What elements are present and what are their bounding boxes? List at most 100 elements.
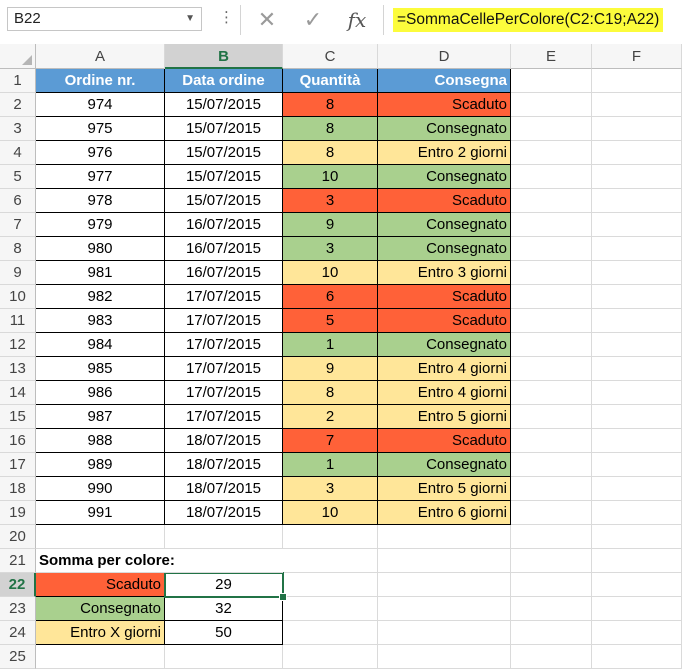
grid-cell[interactable]	[165, 645, 283, 669]
grid-cell[interactable]	[511, 141, 592, 165]
grid-cell[interactable]	[511, 285, 592, 309]
delivery-status-cell[interactable]: Scaduto	[378, 93, 511, 117]
grid-cell[interactable]	[592, 93, 682, 117]
order-number-cell[interactable]: 974	[36, 93, 165, 117]
cancel-icon[interactable]: ✕	[249, 5, 285, 35]
grid-cell[interactable]	[592, 381, 682, 405]
order-number-cell[interactable]: 988	[36, 429, 165, 453]
grid-cell[interactable]	[378, 573, 511, 597]
grid-cell[interactable]	[378, 549, 511, 573]
grid-cell[interactable]	[592, 405, 682, 429]
grid-cell[interactable]	[283, 621, 378, 645]
grid-cell[interactable]	[511, 597, 592, 621]
order-date-cell[interactable]: 16/07/2015	[165, 237, 283, 261]
order-number-cell[interactable]: 975	[36, 117, 165, 141]
quantity-cell[interactable]: 1	[283, 333, 378, 357]
row-header-6[interactable]: 6	[0, 189, 36, 213]
grid-cell[interactable]	[283, 597, 378, 621]
row-header-25[interactable]: 25	[0, 645, 36, 669]
quantity-cell[interactable]: 2	[283, 405, 378, 429]
quantity-cell[interactable]: 9	[283, 357, 378, 381]
delivery-status-cell[interactable]: Consegnato	[378, 333, 511, 357]
row-header-8[interactable]: 8	[0, 237, 36, 261]
table-header-a[interactable]: Ordine nr.	[36, 69, 165, 93]
name-box[interactable]: B22 ▼	[7, 7, 202, 31]
grid-cell[interactable]	[511, 213, 592, 237]
grid-cell[interactable]	[592, 309, 682, 333]
order-date-cell[interactable]: 15/07/2015	[165, 189, 283, 213]
grid-cell[interactable]	[592, 165, 682, 189]
grid-cell[interactable]	[592, 357, 682, 381]
grid-cell[interactable]	[592, 117, 682, 141]
enter-check-icon[interactable]: ✓	[295, 5, 331, 35]
grid-cell[interactable]	[36, 645, 165, 669]
row-header-2[interactable]: 2	[0, 93, 36, 117]
row-header-19[interactable]: 19	[0, 501, 36, 525]
grid-cell[interactable]	[592, 597, 682, 621]
summary-title[interactable]: Somma per colore:	[36, 549, 283, 573]
order-number-cell[interactable]: 981	[36, 261, 165, 285]
more-options-icon[interactable]: ⋮	[219, 8, 234, 26]
grid-cell[interactable]	[511, 357, 592, 381]
order-date-cell[interactable]: 18/07/2015	[165, 501, 283, 525]
row-header-21[interactable]: 21	[0, 549, 36, 573]
row-header-10[interactable]: 10	[0, 285, 36, 309]
grid-cell[interactable]	[511, 573, 592, 597]
column-header-c[interactable]: C	[283, 44, 378, 69]
row-header-12[interactable]: 12	[0, 333, 36, 357]
grid-cell[interactable]	[592, 501, 682, 525]
row-header-15[interactable]: 15	[0, 405, 36, 429]
table-header-b[interactable]: Data ordine	[165, 69, 283, 93]
select-all-corner[interactable]	[0, 44, 36, 69]
row-header-9[interactable]: 9	[0, 261, 36, 285]
formula-input[interactable]: =SommaCellePerColore(C2:C19;A22)	[383, 5, 682, 35]
row-header-22[interactable]: 22	[0, 573, 36, 597]
order-date-cell[interactable]: 18/07/2015	[165, 429, 283, 453]
summary-label-cell[interactable]: Entro X giorni	[36, 621, 165, 645]
insert-function-icon[interactable]: fx	[339, 5, 375, 35]
grid-cell[interactable]	[592, 213, 682, 237]
fill-handle[interactable]	[279, 593, 287, 601]
grid-cell[interactable]	[511, 525, 592, 549]
order-date-cell[interactable]: 15/07/2015	[165, 93, 283, 117]
order-number-cell[interactable]: 986	[36, 381, 165, 405]
order-number-cell[interactable]: 990	[36, 477, 165, 501]
summary-label-cell[interactable]: Scaduto	[36, 573, 165, 597]
order-number-cell[interactable]: 983	[36, 309, 165, 333]
delivery-status-cell[interactable]: Entro 3 giorni	[378, 261, 511, 285]
row-header-7[interactable]: 7	[0, 213, 36, 237]
grid-cell[interactable]	[511, 429, 592, 453]
delivery-status-cell[interactable]: Consegnato	[378, 165, 511, 189]
order-number-cell[interactable]: 976	[36, 141, 165, 165]
grid-cell[interactable]	[283, 573, 378, 597]
grid-cell[interactable]	[592, 573, 682, 597]
row-header-20[interactable]: 20	[0, 525, 36, 549]
order-date-cell[interactable]: 16/07/2015	[165, 213, 283, 237]
delivery-status-cell[interactable]: Entro 5 giorni	[378, 405, 511, 429]
grid-cell[interactable]	[511, 309, 592, 333]
grid-cell[interactable]	[592, 261, 682, 285]
grid-cell[interactable]	[511, 549, 592, 573]
quantity-cell[interactable]: 10	[283, 165, 378, 189]
grid-cell[interactable]	[511, 261, 592, 285]
delivery-status-cell[interactable]: Scaduto	[378, 285, 511, 309]
row-header-13[interactable]: 13	[0, 357, 36, 381]
delivery-status-cell[interactable]: Entro 2 giorni	[378, 141, 511, 165]
order-number-cell[interactable]: 989	[36, 453, 165, 477]
quantity-cell[interactable]: 8	[283, 117, 378, 141]
quantity-cell[interactable]: 9	[283, 213, 378, 237]
order-number-cell[interactable]: 979	[36, 213, 165, 237]
grid-cell[interactable]	[511, 501, 592, 525]
quantity-cell[interactable]: 8	[283, 381, 378, 405]
row-header-1[interactable]: 1	[0, 69, 36, 93]
order-date-cell[interactable]: 18/07/2015	[165, 453, 283, 477]
grid-cell[interactable]	[592, 645, 682, 669]
grid-cell[interactable]	[511, 621, 592, 645]
grid-cell[interactable]	[511, 333, 592, 357]
order-date-cell[interactable]: 17/07/2015	[165, 309, 283, 333]
grid-cell[interactable]	[592, 333, 682, 357]
grid-cell[interactable]	[378, 621, 511, 645]
delivery-status-cell[interactable]: Scaduto	[378, 309, 511, 333]
grid-cell[interactable]	[511, 165, 592, 189]
summary-value-cell[interactable]: 50	[165, 621, 283, 645]
